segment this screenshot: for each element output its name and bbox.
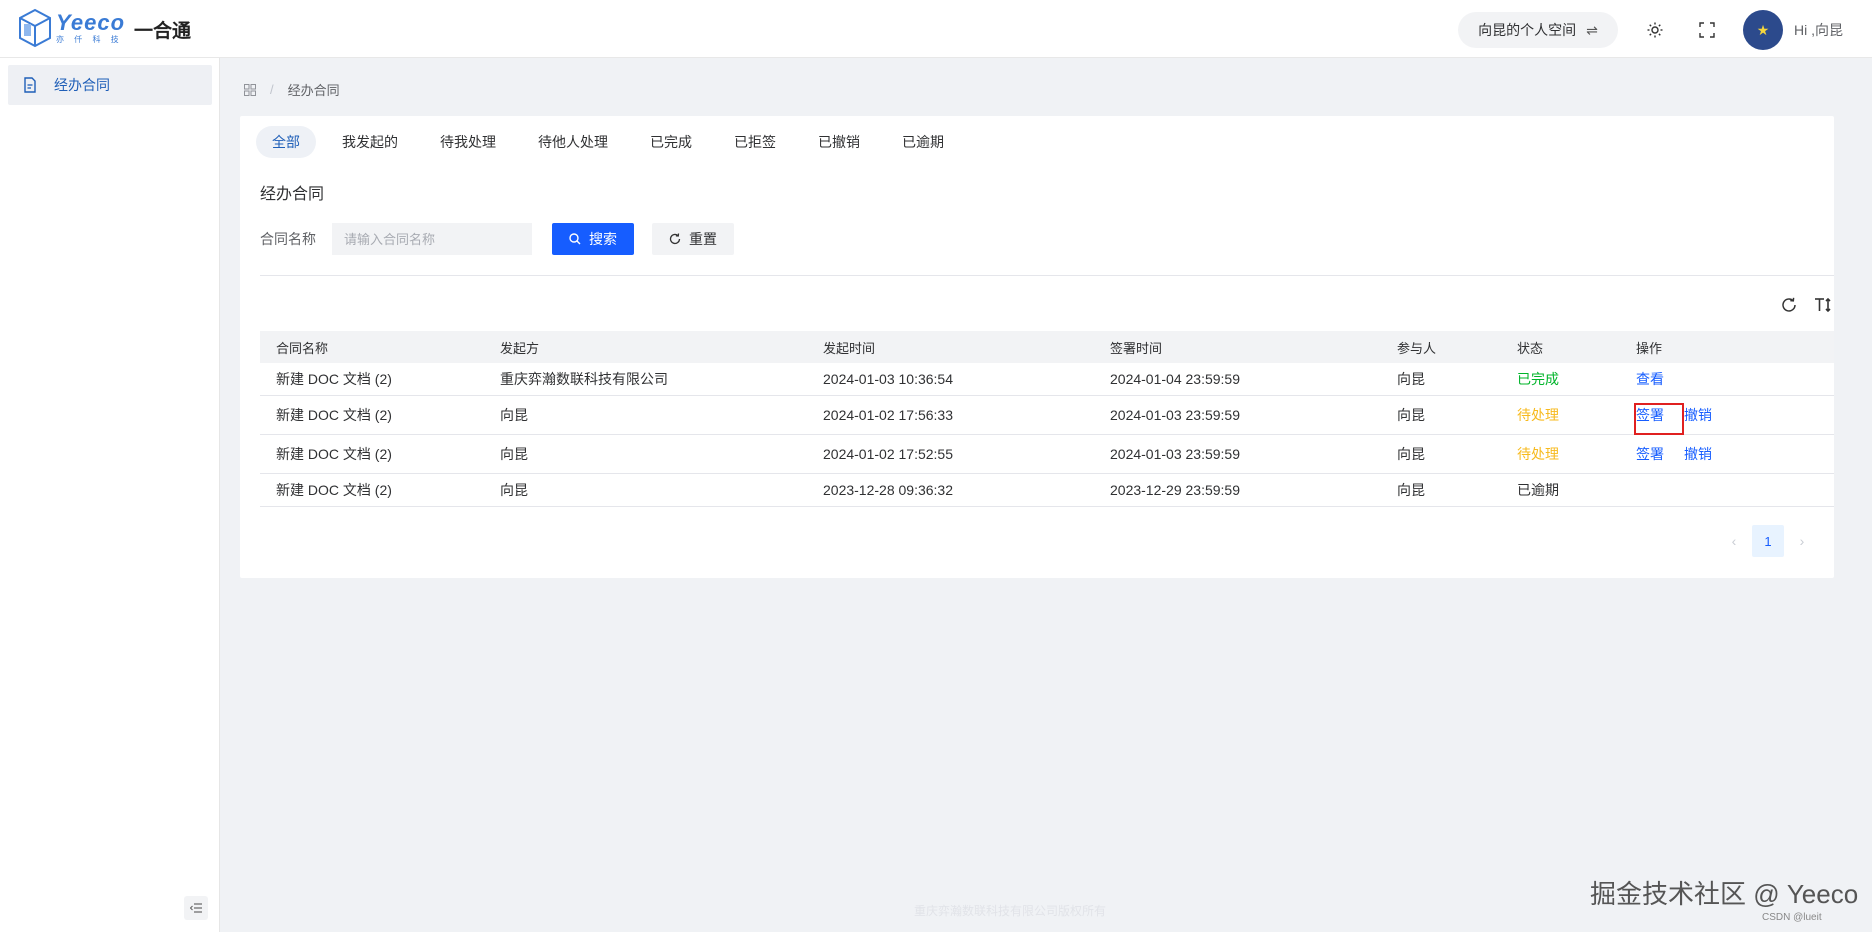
sidebar: 经办合同 [0,58,220,932]
sign-link[interactable]: 签署 [1636,405,1664,425]
space-switch-button[interactable]: 向昆的个人空间 ⇌ [1458,12,1618,48]
status-badge: 已完成 [1517,371,1559,387]
tab-rejected[interactable]: 已拒签 [718,126,792,158]
reset-button[interactable]: 重置 [652,223,734,255]
tab-revoked[interactable]: 已撤销 [802,126,876,158]
prev-page-icon[interactable]: ‹ [1718,525,1750,557]
tab-expired[interactable]: 已逾期 [886,126,960,158]
sidebar-item-label: 经办合同 [54,77,110,93]
section-title: 经办合同 [260,186,325,203]
col-initiator: 发起方 [500,340,540,356]
fullscreen-icon[interactable] [1696,19,1718,41]
reset-button-label: 重置 [689,231,717,247]
tab-completed[interactable]: 已完成 [634,126,708,158]
cell-sign-time: 2024-01-03 23:59:59 [1110,407,1240,423]
space-label: 向昆的个人空间 [1478,22,1577,38]
cell-sign-time: 2024-01-04 23:59:59 [1110,371,1240,387]
contract-name-label: 合同名称 [260,231,316,247]
breadcrumb-current: 经办合同 [287,83,340,98]
tab-pending-me[interactable]: 待我处理 [424,126,512,158]
avatar[interactable]: ★ [1743,10,1783,50]
table-row: 新建 DOC 文档 (2) 重庆弈瀚数联科技有限公司 2024-01-03 10… [260,363,1834,396]
col-participant: 参与人 [1397,340,1437,356]
star-icon: ★ [1756,21,1770,38]
cell-start-time: 2023-12-28 09:36:32 [823,482,953,498]
status-badge: 待处理 [1517,407,1559,423]
cell-start-time: 2024-01-02 17:52:55 [823,446,953,462]
cell-contract-name: 新建 DOC 文档 (2) [276,371,392,387]
refresh-table-icon[interactable] [1778,294,1800,316]
page-number[interactable]: 1 [1752,525,1784,557]
cell-initiator: 向昆 [500,482,528,498]
swap-icon: ⇌ [1586,21,1598,38]
col-status: 状态 [1517,340,1544,356]
table-toolbar [1766,294,1834,316]
csdn-watermark: CSDN @lueit [1762,912,1822,923]
user-greeting[interactable]: Hi ,向昆 [1794,20,1843,40]
cell-initiator: 向昆 [500,446,528,462]
search-form: 合同名称 搜索 重置 [260,223,734,255]
tab-initiated-by-me[interactable]: 我发起的 [326,126,414,158]
status-tabs: 全部 我发起的 待我处理 待他人处理 已完成 已拒签 已撤销 已逾期 [256,126,970,158]
sidebar-item-contracts[interactable]: 经办合同 [8,65,212,105]
col-actions: 操作 [1636,340,1663,356]
cell-contract-name: 新建 DOC 文档 (2) [276,482,392,498]
cell-initiator: 向昆 [500,407,528,423]
cell-contract-name: 新建 DOC 文档 (2) [276,407,392,423]
col-contract-name: 合同名称 [276,340,329,356]
app-title: 一合通 [134,21,192,42]
cell-sign-time: 2023-12-29 23:59:59 [1110,482,1240,498]
cell-actions: 查看 [1636,369,1834,389]
cell-start-time: 2024-01-03 10:36:54 [823,371,953,387]
revoke-link[interactable]: 撤销 [1684,444,1712,464]
pagination: ‹ 1 › [1718,525,1818,557]
tab-pending-others[interactable]: 待他人处理 [522,126,624,158]
table-row: 新建 DOC 文档 (2) 向昆 2024-01-02 17:56:33 202… [260,396,1834,435]
cell-contract-name: 新建 DOC 文档 (2) [276,446,392,462]
footer-copyright: 重庆弈瀚数联科技有限公司版权所有 [914,904,1107,918]
cell-actions: 签署 撤销 [1636,444,1834,464]
cell-participant: 向昆 [1397,371,1425,387]
col-start-time: 发起时间 [823,340,876,356]
cell-initiator: 重庆弈瀚数联科技有限公司 [500,371,668,387]
status-badge: 待处理 [1517,446,1559,462]
col-sign-time: 签署时间 [1110,340,1163,356]
table-row: 新建 DOC 文档 (2) 向昆 2023-12-28 09:36:32 202… [260,474,1834,507]
cell-sign-time: 2024-01-03 23:59:59 [1110,446,1240,462]
tab-all[interactable]: 全部 [256,126,316,158]
table-row: 新建 DOC 文档 (2) 向昆 2024-01-02 17:52:55 202… [260,435,1834,474]
cell-participant: 向昆 [1397,407,1425,423]
watermark: 掘金技术社区 @ Yeeco [1590,879,1859,909]
search-icon [569,233,581,245]
breadcrumb: / 经办合同 [244,80,340,99]
logo-subtitle: 亦 仟 科 技 [56,35,123,44]
apps-grid-icon[interactable] [244,83,256,96]
table-header: 合同名称 发起方 发起时间 签署时间 参与人 状态 操作 [260,331,1834,363]
collapse-sidebar-icon[interactable] [184,896,208,920]
logo[interactable]: Yeeco 亦 仟 科 技 [18,8,125,48]
breadcrumb-separator: / [270,82,274,97]
next-page-icon[interactable]: › [1786,525,1818,557]
logo-word: Yeeco [56,10,126,35]
view-link[interactable]: 查看 [1636,369,1664,389]
cell-participant: 向昆 [1397,446,1425,462]
cell-start-time: 2024-01-02 17:56:33 [823,407,953,423]
divider [260,275,1834,276]
theme-toggle-icon[interactable] [1644,19,1666,41]
cell-participant: 向昆 [1397,482,1425,498]
search-button[interactable]: 搜索 [552,223,634,255]
sign-link[interactable]: 签署 [1636,444,1664,464]
contracts-table: 合同名称 发起方 发起时间 签署时间 参与人 状态 操作 新建 DOC 文档 (… [260,331,1834,507]
refresh-icon [669,233,681,245]
logo-cube-icon [19,8,51,48]
document-icon [24,77,36,93]
search-button-label: 搜索 [589,231,617,247]
status-badge: 已逾期 [1517,482,1559,498]
column-height-icon[interactable] [1812,294,1834,316]
revoke-link[interactable]: 撤销 [1684,405,1712,425]
cell-actions: 签署 撤销 [1636,405,1834,425]
top-header: Yeeco 亦 仟 科 技 一合通 向昆的个人空间 ⇌ ★ Hi ,向昆 [0,0,1872,58]
main-card: 全部 我发起的 待我处理 待他人处理 已完成 已拒签 已撤销 已逾期 经办合同 … [240,116,1834,578]
contract-name-input[interactable] [332,223,532,255]
